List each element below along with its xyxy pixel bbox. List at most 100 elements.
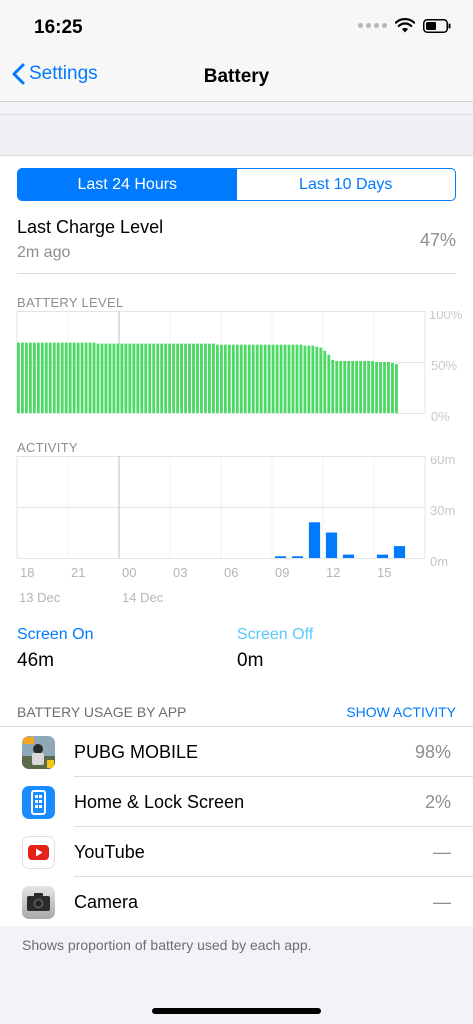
battery-level-bar: [176, 343, 180, 413]
show-activity-button[interactable]: SHOW ACTIVITY: [346, 704, 456, 720]
battery-level-bar: [116, 343, 120, 413]
battery-level-bar: [172, 343, 176, 413]
activity-bar: [274, 556, 287, 558]
page-title: Battery: [203, 66, 270, 87]
battery-level-bar: [136, 343, 140, 413]
home-lock-icon: [22, 786, 55, 819]
battery-level-bar: [323, 350, 327, 413]
battery-level-bar: [188, 343, 191, 413]
tab-last-10-days[interactable]: Last 10 Days: [237, 169, 456, 200]
last-charge-value: 47%: [419, 230, 456, 250]
x-tick-label: 09: [275, 565, 289, 580]
battery-level-bar: [303, 345, 307, 413]
battery-axis-label-50: 50%: [431, 358, 457, 373]
battery-level-bar: [180, 343, 184, 413]
battery-level-bar: [44, 342, 48, 413]
screen-off-value: 0m: [237, 650, 264, 671]
battery-level-bar: [192, 343, 195, 413]
app-name: PUBG MOBILE: [74, 742, 199, 762]
app-row-youtube[interactable]: YouTube —: [0, 827, 473, 877]
battery-level-bar: [156, 343, 160, 413]
battery-level-bar: [64, 342, 68, 413]
battery-level-bar: [48, 342, 52, 413]
battery-level-bar: [168, 343, 172, 413]
battery-level-bar: [351, 360, 355, 413]
app-row-home-lock-screen[interactable]: Home & Lock Screen 2%: [0, 777, 473, 827]
divider: [17, 273, 456, 274]
battery-level-bar: [327, 354, 331, 413]
battery-level-bar: [227, 344, 231, 413]
battery-level-bar: [371, 360, 375, 413]
screen-on-label: Screen On: [17, 626, 94, 643]
battery-level-bar: [152, 343, 156, 413]
battery-level-bar: [239, 344, 243, 413]
last-charge-time: 2m ago: [17, 244, 71, 261]
battery-level-bar: [17, 342, 20, 413]
app-usage-value: 98%: [414, 742, 451, 762]
app-name: Home & Lock Screen: [74, 792, 245, 812]
battery-level-bar: [287, 344, 291, 413]
battery-level-bar: [84, 342, 88, 413]
wifi-icon: [395, 18, 415, 33]
status-icons: [358, 18, 451, 33]
app-row-pubg-mobile[interactable]: PUBG MOBILE 98%: [0, 727, 473, 777]
battery-level-bar: [124, 343, 128, 413]
battery-level-bar: [315, 346, 319, 413]
battery-level-bar: [339, 360, 343, 413]
app-usage-value: —: [433, 842, 451, 862]
battery-level-bar: [271, 344, 275, 413]
battery-level-bar: [68, 342, 72, 413]
battery-icon: [423, 18, 451, 33]
pubg-icon: [22, 736, 55, 769]
battery-level-bar: [251, 344, 255, 413]
battery-level-bar: [291, 344, 295, 413]
x-tick-label: 18: [20, 565, 34, 580]
battery-level-bar: [60, 342, 64, 413]
battery-level-bar: [104, 343, 108, 413]
battery-level-bar: [295, 344, 299, 413]
section-spacer: [0, 114, 473, 156]
battery-level-bar: [279, 344, 283, 413]
battery-level-bar: [24, 342, 28, 413]
time-range-segmented-control: Last 24 Hours Last 10 Days: [17, 168, 456, 201]
x-tick-label: 06: [224, 565, 238, 580]
app-row-camera[interactable]: Camera —: [0, 877, 473, 927]
battery-level-bar: [255, 344, 259, 413]
home-indicator: [152, 1008, 321, 1014]
battery-level-bar: [235, 344, 239, 413]
battery-level-bar: [367, 360, 371, 413]
usage-header: BATTERY USAGE BY APP: [17, 704, 187, 720]
status-time: 16:25: [34, 17, 83, 38]
x-tick-label: 00: [122, 565, 136, 580]
screen-off-label: Screen Off: [237, 626, 314, 643]
battery-level-bar: [76, 342, 80, 413]
tab-last-24-hours[interactable]: Last 24 Hours: [18, 169, 237, 200]
activity-bar: [376, 554, 389, 558]
battery-level-bar: [184, 343, 187, 413]
battery-level-chart: 100% 50% 0%: [16, 311, 463, 421]
battery-level-bar: [108, 343, 112, 413]
battery-level-bar: [72, 342, 76, 413]
navigation-bar: Settings Battery: [0, 52, 473, 102]
battery-level-bar: [20, 342, 24, 413]
battery-level-bar: [204, 343, 207, 413]
battery-level-bar: [243, 344, 247, 413]
app-usage-list: PUBG MOBILE 98% Home & Lock Screen 2% Yo…: [0, 726, 473, 927]
activity-axis-label-0m: 0m: [430, 554, 448, 569]
battery-level-bar: [343, 360, 347, 413]
battery-level-bar: [211, 343, 215, 413]
app-usage-value: —: [433, 892, 451, 912]
activity-label: ACTIVITY: [17, 440, 78, 455]
battery-level-label: BATTERY LEVEL: [17, 295, 124, 310]
battery-level-bar: [96, 343, 100, 413]
battery-level-bar: [148, 343, 152, 413]
battery-level-bar: [375, 362, 378, 413]
battery-level-bar: [387, 362, 390, 413]
app-name: YouTube: [74, 842, 145, 862]
battery-level-bar: [164, 343, 168, 413]
battery-level-bar: [144, 343, 148, 413]
battery-level-bar: [311, 345, 315, 413]
activity-bar: [393, 546, 406, 558]
status-bar: 16:25: [0, 0, 473, 52]
battery-level-bar: [263, 344, 267, 413]
